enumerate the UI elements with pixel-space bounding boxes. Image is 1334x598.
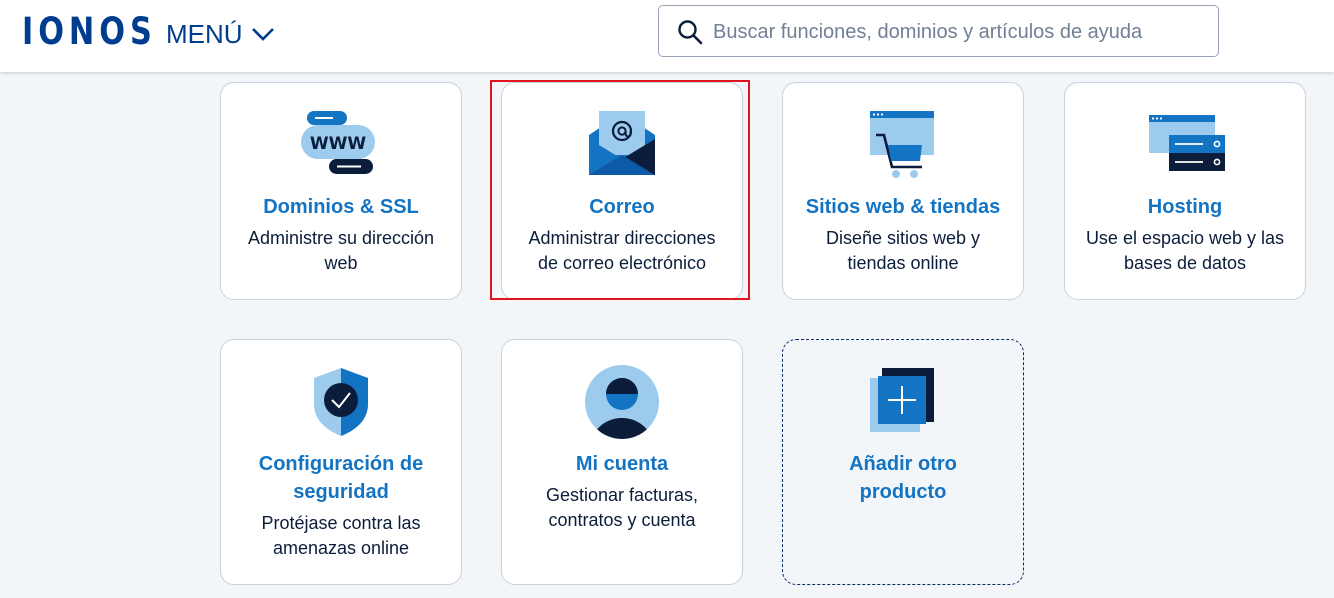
shield-check-icon [221, 366, 461, 438]
card-my-account[interactable]: Mi cuenta Gestionar facturas, contratos … [501, 339, 743, 585]
menu-button[interactable]: MENÚ [166, 18, 275, 50]
card-desc-line1: Gestionar facturas, [545, 485, 699, 505]
search-box[interactable] [658, 5, 1219, 57]
card-desc-line2: bases de datos [1123, 253, 1247, 273]
card-desc-line1: Diseñe sitios web y [825, 228, 981, 248]
card-websites-shops[interactable]: Sitios web & tiendas Diseñe sitios web y… [782, 82, 1024, 300]
card-desc-line1: Administrar direcciones [528, 228, 716, 248]
ionos-logo[interactable]: IONOS [22, 12, 157, 52]
card-security-settings[interactable]: Configuración de seguridad Protéjase con… [220, 339, 462, 585]
shop-cart-icon [783, 109, 1023, 179]
chevron-down-icon [251, 28, 274, 41]
card-desc-line1: Protéjase contra las [261, 513, 421, 533]
card-title: Mi cuenta [575, 453, 669, 475]
card-title-line1: Configuración de [258, 453, 424, 475]
card-title-line1: Añadir otro [849, 453, 957, 475]
card-domains-ssl[interactable]: WWW Dominios & SSL Administre su direcci… [220, 82, 462, 300]
mail-envelope-icon [502, 109, 742, 177]
server-icon [1065, 113, 1305, 173]
search-icon [678, 20, 703, 45]
user-avatar-icon [502, 364, 742, 440]
card-title: Correo [589, 196, 655, 218]
card-desc-line2: amenazas online [272, 538, 410, 558]
card-mail[interactable]: Correo Administrar direcciones de correo… [501, 82, 743, 300]
card-title-line2: producto [859, 481, 947, 503]
card-desc-line1: Administre su dirección [247, 228, 435, 248]
add-product-icon [783, 368, 1023, 434]
svg-text:WWW: WWW [310, 134, 367, 154]
card-desc-line2: tiendas online [847, 253, 959, 273]
card-add-product[interactable]: Añadir otro producto [782, 339, 1024, 585]
search-input[interactable] [711, 14, 1205, 50]
card-title: Dominios & SSL [263, 196, 419, 218]
card-title: Sitios web & tiendas [805, 196, 1001, 218]
menu-label: MENÚ [166, 18, 243, 49]
www-domain-icon: WWW [221, 111, 461, 177]
card-title: Hosting [1147, 196, 1223, 218]
card-desc-line2: de correo electrónico [537, 253, 707, 273]
card-title-line2: seguridad [293, 481, 389, 503]
top-header: IONOS MENÚ [0, 0, 1334, 72]
card-desc-line2: web [324, 253, 358, 273]
card-desc-line1: Use el espacio web y las [1085, 228, 1285, 248]
card-desc-line2: contratos y cuenta [548, 510, 696, 530]
card-hosting[interactable]: Hosting Use el espacio web y las bases d… [1064, 82, 1306, 300]
